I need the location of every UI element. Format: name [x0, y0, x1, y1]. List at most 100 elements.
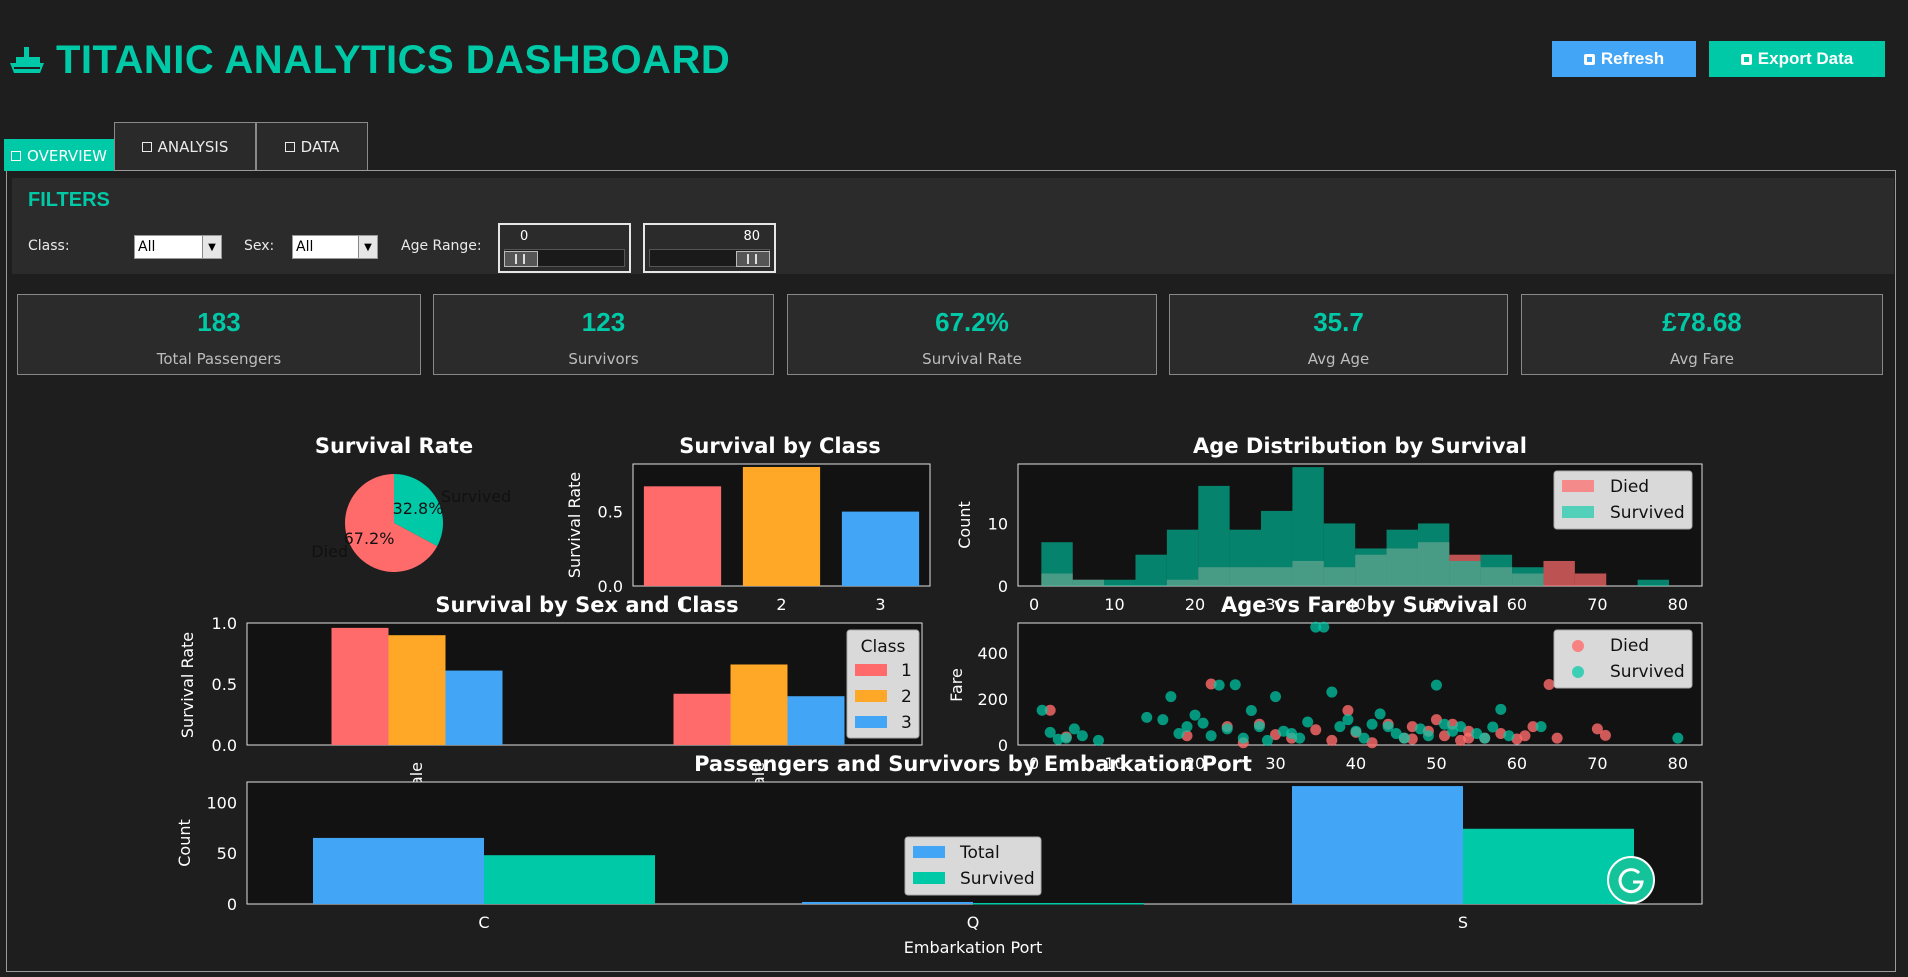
scatter-point [1672, 732, 1684, 744]
bar [673, 693, 731, 745]
legend-label: Survived [1610, 662, 1685, 682]
bar [313, 837, 484, 904]
chart-title: Passengers and Survivors by Embarkation … [694, 752, 1252, 776]
scatter-point [1213, 679, 1225, 691]
tick-label: 50 [1426, 754, 1446, 773]
axis-label: Survival Rate [178, 632, 197, 738]
scatter-point [1398, 732, 1410, 744]
bar [643, 486, 722, 586]
scatter-point [1294, 732, 1306, 744]
scatter-point [1519, 730, 1531, 742]
legend-swatch [1572, 640, 1584, 652]
bar [445, 670, 503, 745]
bar [742, 466, 821, 586]
hist-bar [1072, 579, 1105, 586]
tick-label: 20 [1185, 595, 1205, 614]
tick-label: 0 [1029, 595, 1039, 614]
hist-bar [1512, 567, 1544, 586]
scatter-point [1261, 734, 1273, 746]
grammarly-icon[interactable] [1607, 856, 1655, 904]
scatter-point [1302, 716, 1314, 728]
scatter-point [1543, 678, 1555, 690]
hist-bar [1041, 542, 1073, 586]
tick-label: C [478, 913, 489, 932]
tick-label: 3 [875, 595, 885, 614]
scatter-point [1455, 721, 1467, 733]
scatter-point [1141, 711, 1153, 723]
hist-bar [1637, 579, 1670, 586]
hist-bar [1229, 529, 1262, 586]
tick-label: 30 [1265, 754, 1285, 773]
hist-bar [1104, 579, 1136, 586]
scatter-point [1060, 732, 1072, 744]
tick-label: 80 [1668, 595, 1688, 614]
chart-title: Age vs Fare by Survival [1221, 593, 1499, 617]
scatter-point [1253, 721, 1265, 733]
tick-label: 200 [977, 690, 1008, 709]
scatter-point [1366, 718, 1378, 730]
legend-label: Survived [960, 869, 1035, 889]
scatter-point [1422, 730, 1434, 742]
tick-label: Q [967, 913, 980, 932]
hist-bar [1386, 529, 1418, 586]
scatter-point [1503, 730, 1515, 742]
hist-bar [1543, 560, 1575, 586]
legend-label: 2 [901, 687, 912, 707]
axis-label: Count [175, 819, 194, 867]
scatter-point [1092, 734, 1104, 746]
chart-title: Age Distribution by Survival [1193, 434, 1527, 458]
bar [973, 902, 1144, 905]
scatter-point [1076, 730, 1088, 742]
scatter-point [1342, 714, 1354, 726]
legend-label: Died [1610, 636, 1649, 656]
tick-label: 0 [998, 577, 1008, 596]
scatter-point [1535, 721, 1547, 733]
scatter-point [1181, 721, 1193, 733]
legend-label: 3 [901, 713, 912, 733]
tick-label: 1.0 [212, 614, 237, 633]
tick-label: 0.5 [598, 503, 623, 522]
scatter-point [1318, 621, 1330, 633]
hist-bar [1355, 548, 1387, 586]
hist-bar [1480, 554, 1513, 586]
pie-pct-label: 32.8% [393, 499, 444, 518]
bar [484, 855, 655, 904]
scatter-point [1551, 732, 1563, 744]
hist-bar [1135, 554, 1167, 586]
pie-label: Survived [441, 487, 511, 506]
hist-bar [1261, 510, 1293, 586]
legend-label: 1 [901, 661, 912, 681]
bar [802, 901, 973, 904]
chart-title: Survival Rate [315, 434, 473, 458]
charts-area: Survival Rate 32.8% 67.2% Survived Died Survi… [175, 434, 1703, 957]
axis-label: Survival Rate [565, 472, 584, 578]
bar [1292, 786, 1463, 904]
scatter-point [1326, 686, 1338, 698]
hist-bar [1417, 523, 1450, 586]
legend-title: Class [861, 637, 906, 657]
tick-label: 60 [1507, 595, 1527, 614]
legend-swatch [913, 872, 945, 884]
tick-label: 100 [206, 793, 237, 812]
hist-bar [1166, 529, 1199, 586]
pie-pct-label: 67.2% [344, 529, 395, 548]
hist-bar [1198, 485, 1230, 586]
scatter-point [1310, 724, 1322, 736]
tick-label: 40 [1346, 754, 1366, 773]
scatter-point [1270, 691, 1282, 703]
chart-title: Survival by Class [679, 434, 881, 458]
scatter-point [1157, 714, 1169, 726]
tick-label: S [1458, 913, 1468, 932]
scatter-point [1487, 721, 1499, 733]
legend-label: Died [1610, 477, 1649, 497]
scatter-point [1205, 730, 1217, 742]
legend-swatch [1562, 480, 1594, 492]
scatter-point [1221, 723, 1233, 735]
hist-bar [1323, 523, 1356, 586]
axis-label: Fare [947, 668, 966, 702]
hist-bar [1449, 560, 1481, 586]
bar [331, 627, 389, 745]
tick-label: 400 [977, 644, 1008, 663]
tick-label: 50 [217, 844, 237, 863]
legend-swatch [855, 690, 887, 702]
